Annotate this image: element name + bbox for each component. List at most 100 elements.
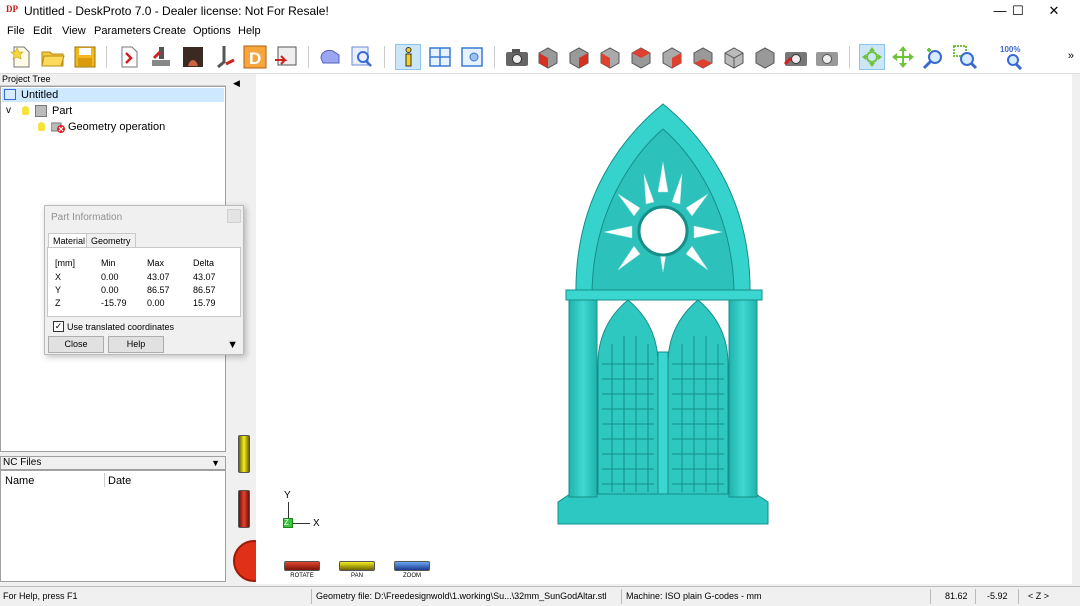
dialog-close-icon[interactable] (227, 209, 241, 223)
rotate-label: ROTATE (290, 573, 314, 579)
status-separator (975, 589, 976, 604)
rotate-mode-icon[interactable] (859, 44, 885, 70)
menu-options[interactable]: Options (193, 25, 231, 37)
maximize-button[interactable]: ☐ (1000, 0, 1036, 22)
nc-files-header[interactable]: NC Files ▼ (0, 456, 226, 470)
info-icon[interactable] (395, 44, 421, 70)
menu-bar: File Edit View Parameters Create Options… (0, 22, 1080, 40)
main-toolbar: D 100% » (0, 40, 1080, 74)
view-right-icon[interactable] (628, 44, 654, 70)
lightbulb-icon[interactable] (22, 106, 29, 115)
view-left-icon[interactable] (597, 44, 623, 70)
new-project-icon[interactable] (8, 44, 34, 70)
tab-material[interactable]: Material (48, 233, 91, 248)
dropdown-arrow-icon[interactable]: ▼ (211, 457, 220, 469)
tree-item-untitled[interactable]: Untitled (2, 88, 224, 102)
save-icon[interactable] (72, 44, 98, 70)
row-min: -15.79 (101, 298, 127, 308)
view-iso2-icon[interactable] (752, 44, 778, 70)
toolbar-overflow-icon[interactable]: » (1068, 50, 1074, 62)
tree-item-geometry-operation[interactable]: Geometry operation (2, 120, 224, 134)
row-min: 0.00 (101, 272, 119, 282)
pan-slider[interactable] (339, 561, 375, 571)
vertical-pan-slider[interactable] (238, 435, 250, 473)
part-icon (35, 105, 47, 117)
zoom-label: ZOOM (403, 573, 421, 579)
pan-mode-icon[interactable] (890, 44, 916, 70)
view-iso-icon[interactable] (721, 44, 747, 70)
zoom-slider[interactable] (394, 561, 430, 571)
column-divider[interactable] (104, 473, 105, 487)
row-max: 86.57 (147, 285, 170, 295)
tab-geometry[interactable]: Geometry (86, 233, 136, 248)
menu-help[interactable]: Help (238, 25, 261, 37)
toolbar-separator (849, 46, 850, 68)
row-delta: 43.07 (193, 272, 216, 282)
chevron-down-icon[interactable]: v (6, 104, 11, 118)
status-help-text: For Help, press F1 (3, 591, 78, 601)
help-button[interactable]: Help (108, 336, 164, 353)
header-min: Min (101, 258, 116, 268)
tool-icon[interactable] (212, 44, 238, 70)
window-title: Untitled - DeskProto 7.0 - Dealer licens… (24, 4, 329, 18)
material-icon[interactable] (180, 44, 206, 70)
column-header-date[interactable]: Date (108, 475, 131, 487)
dialog-title: Part Information (51, 212, 123, 223)
header-max: Max (147, 258, 165, 268)
row-max: 0.00 (147, 298, 165, 308)
project-tree-header: Project Tree (0, 74, 226, 86)
status-separator (621, 589, 622, 604)
tree-item-label: Untitled (21, 89, 59, 101)
drawing-icon[interactable]: D (242, 44, 268, 70)
collapse-panel-icon[interactable]: ◀ (233, 78, 240, 89)
view-bottom-icon[interactable] (690, 44, 716, 70)
row-axis: Z (55, 298, 61, 308)
camera-icon[interactable] (504, 44, 530, 70)
machine-icon[interactable] (148, 44, 174, 70)
open-folder-icon[interactable] (40, 44, 66, 70)
axis-x-label: X (313, 518, 320, 529)
zoom-window-icon[interactable] (952, 44, 978, 70)
zoom-mode-icon[interactable] (921, 44, 947, 70)
rotate-slider[interactable] (284, 561, 320, 571)
menu-parameters[interactable]: Parameters (94, 25, 151, 37)
column-header-name[interactable]: Name (5, 475, 34, 487)
export-icon[interactable] (273, 44, 299, 70)
menu-create[interactable]: Create (153, 25, 186, 37)
pan-label: PAN (351, 573, 363, 579)
row-delta: 15.79 (193, 298, 216, 308)
tree-item-label: Part (52, 105, 73, 117)
toolbar-separator (308, 46, 309, 68)
status-z-indicator: < Z > (1028, 591, 1050, 601)
snapshot2-icon[interactable] (814, 44, 840, 70)
vertical-rotate-slider[interactable] (238, 490, 250, 528)
toolbar-separator (106, 46, 107, 68)
menu-file[interactable]: File (7, 25, 25, 37)
wireframe-view-icon[interactable] (427, 44, 453, 70)
row-axis: X (55, 272, 62, 282)
zoom-100-icon[interactable]: 100% (1000, 44, 1026, 71)
part-information-dialog: Part Information Material Geometry [mm] … (44, 205, 244, 355)
menu-view[interactable]: View (62, 25, 86, 37)
menu-edit[interactable]: Edit (33, 25, 52, 37)
use-translated-coordinates-checkbox[interactable]: ✓ (53, 321, 64, 332)
expand-dialog-icon[interactable]: ▼ (227, 339, 238, 351)
snapshot-icon[interactable] (783, 44, 809, 70)
view-top-icon[interactable] (659, 44, 685, 70)
close-button[interactable]: Close (48, 336, 104, 353)
view-front-icon[interactable] (535, 44, 561, 70)
3d-viewport[interactable]: Y Z X (256, 74, 1072, 557)
view-back-icon[interactable] (566, 44, 592, 70)
tree-item-part[interactable]: v Part (2, 104, 224, 118)
row-delta: 86.57 (193, 285, 216, 295)
lightbulb-icon[interactable] (38, 122, 45, 131)
toolbar-separator (494, 46, 495, 68)
status-y-coordinate: -5.92 (987, 591, 1008, 601)
image-view-icon[interactable] (459, 44, 485, 70)
search-icon[interactable] (349, 44, 375, 70)
import-geometry-icon[interactable] (116, 44, 142, 70)
title-bar: DP Untitled - DeskProto 7.0 - Dealer lic… (0, 0, 1080, 22)
close-window-button[interactable]: ✕ (1036, 0, 1072, 22)
header-unit: [mm] (55, 258, 75, 268)
render-icon[interactable] (318, 44, 344, 70)
